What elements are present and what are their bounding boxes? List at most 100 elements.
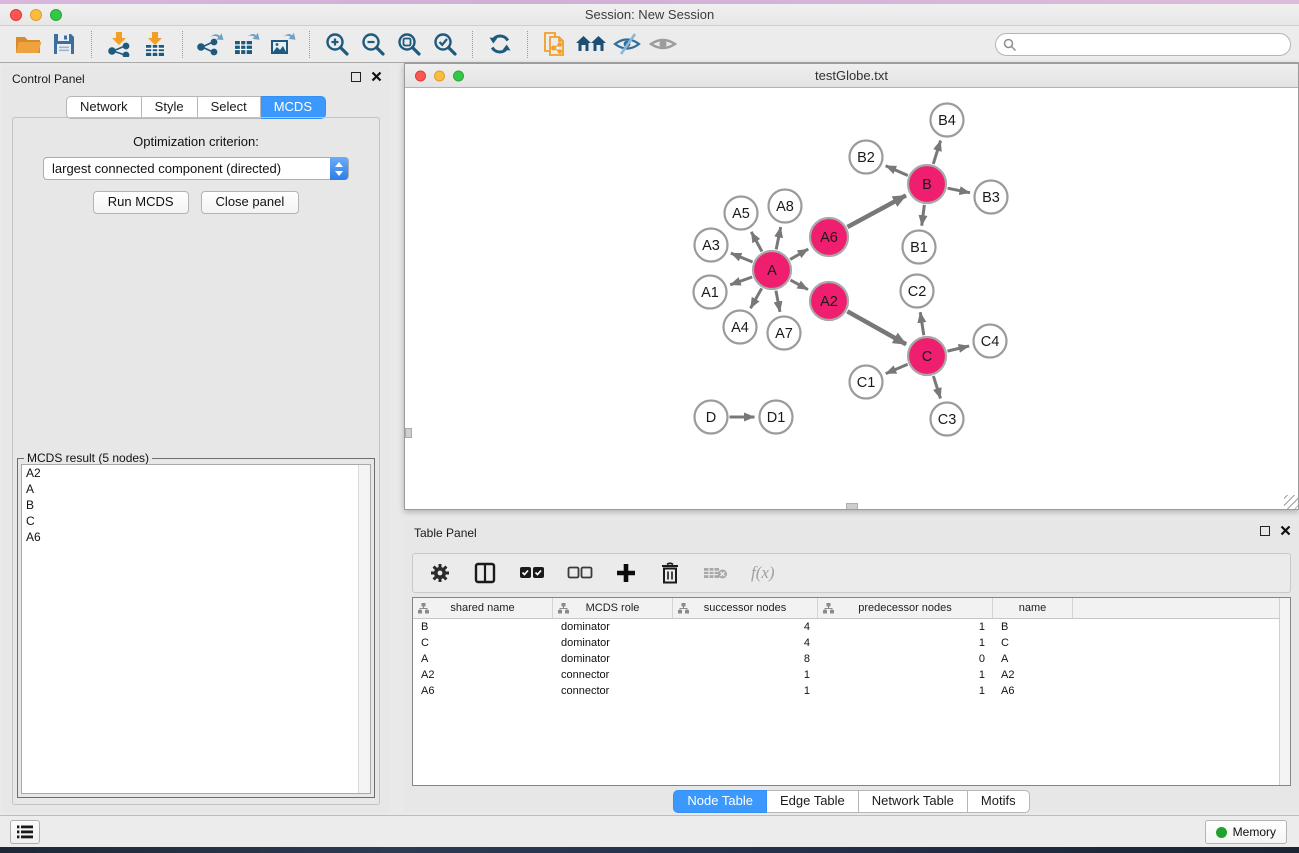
edge-A-A4[interactable] [751, 288, 762, 308]
table-row-b[interactable]: Bdominator41B [413, 619, 1290, 635]
node-B3[interactable]: B3 [975, 181, 1008, 214]
node-A[interactable]: A [753, 251, 791, 289]
node-C4[interactable]: C4 [974, 325, 1007, 358]
column-header-predecessor-nodes[interactable]: predecessor nodes [818, 598, 993, 618]
float-panel-icon[interactable] [351, 72, 361, 82]
node-C1[interactable]: C1 [850, 366, 883, 399]
network-canvas[interactable]: B4B2BB3A8A5A6A3B1AC2A1A2A4A7C4CC1C3DD1 [405, 88, 1298, 509]
cell[interactable]: 4 [673, 635, 818, 651]
table-scrollbar[interactable] [1279, 598, 1290, 785]
node-D[interactable]: D [695, 401, 728, 434]
node-B[interactable]: B [908, 165, 946, 203]
cell[interactable]: dominator [553, 635, 673, 651]
node-A2[interactable]: A2 [810, 282, 848, 320]
cell[interactable]: 4 [673, 619, 818, 635]
tab-network[interactable]: Network [66, 96, 142, 119]
cell[interactable]: B [993, 619, 1073, 635]
node-B1[interactable]: B1 [903, 231, 936, 264]
edge-A-A3[interactable] [731, 253, 753, 262]
search-input[interactable] [995, 33, 1291, 56]
window-resize-grip[interactable] [1284, 495, 1298, 509]
table-row-c[interactable]: Cdominator41C [413, 635, 1290, 651]
delete-button[interactable] [659, 561, 681, 585]
cell[interactable]: 0 [818, 651, 993, 667]
table-row-a2[interactable]: A2connector11A2 [413, 667, 1290, 683]
cell[interactable]: A2 [413, 667, 553, 683]
import-network-button[interactable] [101, 28, 137, 60]
tab-style[interactable]: Style [142, 96, 198, 119]
mcds-result-item-a6[interactable]: A6 [22, 529, 370, 545]
edge-A-A8[interactable] [776, 227, 781, 249]
close-panel-button[interactable]: Close panel [201, 191, 300, 214]
edge-A-A1[interactable] [730, 277, 752, 285]
mcds-result-item-a2[interactable]: A2 [22, 465, 370, 481]
import-table-button[interactable] [137, 28, 173, 60]
edge-A-A5[interactable] [751, 232, 762, 252]
cell[interactable]: C [993, 635, 1073, 651]
task-history-button[interactable] [10, 820, 40, 844]
open-session-button[interactable] [10, 28, 46, 60]
run-mcds-button[interactable]: Run MCDS [93, 191, 189, 214]
node-C[interactable]: C [908, 337, 946, 375]
edge-A-A2[interactable] [790, 280, 807, 290]
close-panel-icon[interactable] [371, 71, 382, 82]
edge-B-B1[interactable] [922, 205, 925, 226]
cell[interactable]: B [413, 619, 553, 635]
cell[interactable]: 1 [818, 667, 993, 683]
column-header-successor-nodes[interactable]: successor nodes [673, 598, 818, 618]
close-panel-icon[interactable] [1280, 525, 1291, 536]
criterion-dropdown[interactable]: largest connected component (directed) [43, 157, 349, 180]
node-B2[interactable]: B2 [850, 141, 883, 174]
cell[interactable]: A2 [993, 667, 1073, 683]
node-C2[interactable]: C2 [901, 275, 934, 308]
show-columns-button[interactable] [473, 561, 497, 585]
zoom-out-button[interactable] [355, 28, 391, 60]
cell[interactable]: A6 [993, 683, 1073, 699]
column-header-name[interactable]: name [993, 598, 1073, 618]
cell[interactable]: connector [553, 667, 673, 683]
function-builder-button[interactable]: f(x) [751, 563, 775, 583]
edge-C-C3[interactable] [933, 376, 940, 398]
canvas-bottom-scroll-stub[interactable] [846, 503, 858, 509]
table-settings-button[interactable] [429, 562, 451, 584]
tab-motifs[interactable]: Motifs [968, 790, 1030, 813]
edge-A-A6[interactable] [790, 249, 808, 259]
cell[interactable]: C [413, 635, 553, 651]
node-A3[interactable]: A3 [695, 229, 728, 262]
node-A4[interactable]: A4 [724, 311, 757, 344]
refresh-button[interactable] [482, 28, 518, 60]
edge-A-A7[interactable] [776, 291, 780, 312]
mcds-result-item-c[interactable]: C [22, 513, 370, 529]
edge-B-B3[interactable] [948, 188, 970, 193]
node-A7[interactable]: A7 [768, 317, 801, 350]
cell[interactable]: connector [553, 683, 673, 699]
deselect-all-button[interactable] [567, 566, 593, 580]
node-C3[interactable]: C3 [931, 403, 964, 436]
fit-content-button[interactable] [391, 28, 427, 60]
cell[interactable]: 1 [818, 635, 993, 651]
column-header-shared-name[interactable]: shared name [413, 598, 553, 618]
mcds-result-item-b[interactable]: B [22, 497, 370, 513]
column-header-MCDS-role[interactable]: MCDS role [553, 598, 673, 618]
add-row-button[interactable] [615, 562, 637, 584]
select-all-button[interactable] [519, 566, 545, 580]
destroy-table-button[interactable] [703, 565, 729, 581]
show-all-button[interactable] [645, 28, 681, 60]
cell[interactable]: dominator [553, 651, 673, 667]
mcds-list-scrollbar[interactable] [358, 465, 370, 793]
node-A8[interactable]: A8 [769, 190, 802, 223]
edge-C-C4[interactable] [947, 346, 969, 351]
cell[interactable]: A [993, 651, 1073, 667]
cell[interactable]: A6 [413, 683, 553, 699]
memory-button[interactable]: Memory [1205, 820, 1287, 844]
cell[interactable]: dominator [553, 619, 673, 635]
edge-B-B4[interactable] [933, 141, 940, 164]
cell[interactable]: 8 [673, 651, 818, 667]
export-image-button[interactable] [264, 28, 300, 60]
node-D1[interactable]: D1 [760, 401, 793, 434]
zoom-in-button[interactable] [319, 28, 355, 60]
float-panel-icon[interactable] [1260, 526, 1270, 536]
edge-C-C2[interactable] [920, 312, 924, 335]
mcds-result-item-a[interactable]: A [22, 481, 370, 497]
node-A6[interactable]: A6 [810, 218, 848, 256]
